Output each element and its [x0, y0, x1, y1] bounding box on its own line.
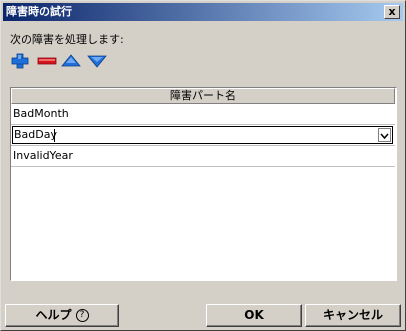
add-button[interactable] — [10, 53, 30, 69]
chevron-down-icon — [380, 133, 389, 140]
close-button[interactable]: x — [384, 5, 400, 19]
table-row-editing[interactable]: BadDay — [11, 125, 395, 146]
failure-parts-table: 障害パート名 BadMonth BadDay InvalidYear — [10, 87, 397, 281]
row-cell: BadMonth — [13, 107, 69, 120]
column-header-part-name[interactable]: 障害パート名 — [11, 88, 395, 104]
close-icon: x — [388, 5, 396, 18]
plus-icon — [11, 53, 29, 69]
ok-button-label: OK — [244, 308, 264, 322]
title-bar[interactable]: 障害時の試行 x — [3, 3, 403, 21]
text-caret — [54, 129, 55, 142]
dialog-window: 障害時の試行 x 次の障害を処理します: 障害パート名 BadMonth Bad… — [0, 0, 406, 331]
part-name-combobox[interactable]: BadDay — [12, 126, 393, 144]
move-up-button[interactable] — [61, 53, 81, 69]
remove-button[interactable] — [37, 53, 57, 69]
instruction-label: 次の障害を処理します: — [10, 33, 124, 46]
ok-button[interactable]: OK — [206, 304, 302, 327]
table-row[interactable]: BadMonth — [11, 104, 395, 125]
dropdown-button[interactable] — [378, 128, 391, 142]
minus-icon — [37, 57, 57, 65]
cancel-button-label: キャンセル — [322, 308, 383, 322]
help-button[interactable]: ヘルプ? — [5, 304, 119, 327]
combobox-value: BadDay — [14, 128, 57, 141]
move-down-button[interactable] — [87, 53, 107, 69]
table-row[interactable]: InvalidYear — [11, 146, 395, 167]
row-cell: InvalidYear — [13, 149, 73, 162]
help-button-label: ヘルプ — [35, 308, 72, 322]
triangle-up-icon — [61, 54, 81, 67]
help-icon: ? — [75, 309, 89, 322]
triangle-down-icon — [87, 55, 107, 68]
window-title: 障害時の試行 — [6, 5, 72, 18]
cancel-button[interactable]: キャンセル — [305, 304, 401, 327]
